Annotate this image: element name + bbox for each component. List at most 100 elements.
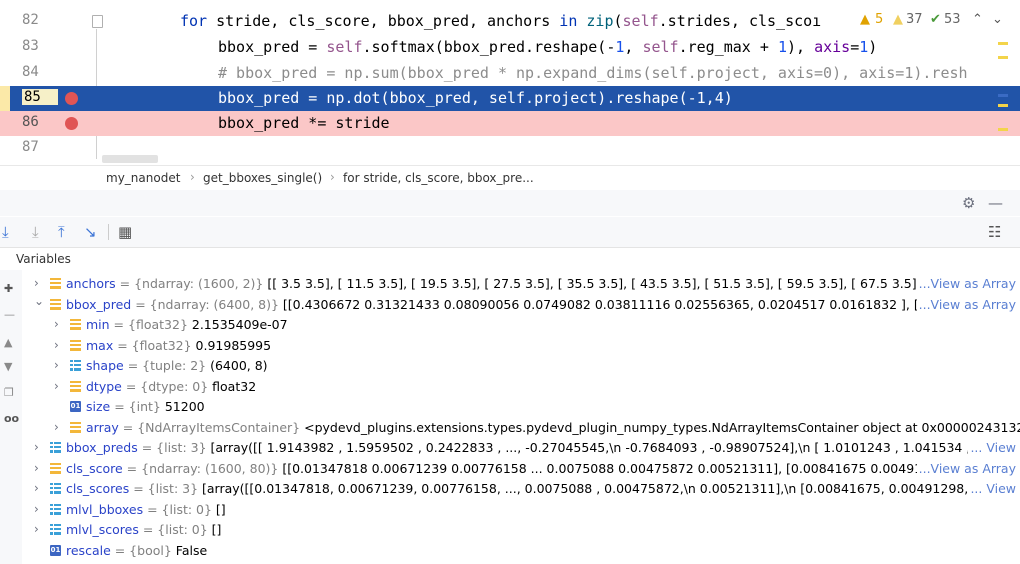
variable-row[interactable]: ⌄ bbox_pred = {ndarray: (6400, 8)} [[0.43… <box>22 294 1020 315</box>
variable-row[interactable]: › min = {float32} 2.1535409e-07 <box>22 315 1020 335</box>
variable-row[interactable]: › mlvl_scores = {list: 0} [] <box>22 520 1020 540</box>
view-as-array-link[interactable]: ...View as Array <box>916 276 1016 291</box>
line-number: 82 <box>22 12 39 28</box>
list-icon <box>50 503 61 515</box>
variable-type: = {tuple: 2} <box>123 358 211 373</box>
chevron-down-icon[interactable]: ⌄ <box>992 12 1003 27</box>
view-as-array-link[interactable]: ... View <box>968 440 1016 455</box>
view-as-array-link[interactable]: ...View as Array <box>916 460 1016 476</box>
evaluate-expression-icon[interactable]: ▦ <box>118 223 132 241</box>
variable-name: min <box>86 317 110 332</box>
typo-icon[interactable]: ✔ <box>930 12 941 27</box>
primitive-icon: 01 <box>70 401 81 412</box>
variable-type: = {list: 3} <box>129 481 203 496</box>
glasses-icon[interactable]: oo <box>4 412 19 425</box>
field-icon <box>70 319 81 330</box>
chevron-right-icon[interactable]: › <box>34 276 39 290</box>
variable-value: 51200 <box>164 399 205 414</box>
error-stripe-marker[interactable] <box>998 42 1008 45</box>
variable-row[interactable]: › shape = {tuple: 2} (6400, 8) <box>22 356 1020 376</box>
line-number: 86 <box>22 114 39 130</box>
chevron-up-icon[interactable]: ⌃ <box>972 12 983 27</box>
chevron-down-icon[interactable]: ⌄ <box>34 294 44 308</box>
chevron-right-icon[interactable]: › <box>34 522 39 536</box>
breadcrumb: my_nanodet › get_bboxes_single() › for s… <box>0 165 1020 191</box>
weak-warning-icon[interactable]: ▲ <box>893 12 903 27</box>
variable-row[interactable]: › max = {float32} 0.91985995 <box>22 336 1020 356</box>
warning-count[interactable]: 5 <box>875 12 883 27</box>
fold-icon[interactable] <box>92 15 103 28</box>
warning-icon[interactable]: ▲ <box>860 12 870 27</box>
run-to-cursor-icon[interactable]: ↘ <box>84 223 97 241</box>
line-number: 84 <box>22 64 39 80</box>
copy-icon[interactable]: ❐ <box>4 386 14 399</box>
variable-row[interactable]: › cls_score = {ndarray: (1600, 80)} [[0.0… <box>22 459 1020 479</box>
variable-row[interactable]: › cls_scores = {list: 3} [array([[0.01347… <box>22 479 1020 499</box>
minimize-icon[interactable]: — <box>988 194 1003 212</box>
breadcrumb-item[interactable]: my_nanodet <box>106 171 180 185</box>
chevron-right-icon[interactable]: › <box>34 502 39 516</box>
error-stripe-marker[interactable] <box>998 128 1008 131</box>
variable-row[interactable]: › anchors = {ndarray: (1600, 2)} [[ 3.5 3… <box>22 274 1020 294</box>
code-line-86[interactable]: 86 bbox_pred *= stride <box>0 111 1020 136</box>
variable-row[interactable]: › bbox_preds = {list: 3} [array([[ 1.9143… <box>22 438 1020 458</box>
chevron-right-icon[interactable]: › <box>34 481 39 495</box>
breadcrumb-item[interactable]: get_bboxes_single() <box>203 171 322 185</box>
code-line-85-current[interactable]: 85 bbox_pred = np.dot(bbox_pred, self.pr… <box>0 86 1020 111</box>
variable-row[interactable]: › mlvl_bboxes = {list: 0} [] <box>22 500 1020 520</box>
chevron-right-icon[interactable]: › <box>54 338 59 352</box>
code-line-84[interactable]: 84 # bbox_pred = np.sum(bbox_pred * np.e… <box>0 61 1020 86</box>
force-step-into-icon[interactable]: ⤓ <box>32 223 39 241</box>
breakpoint-icon[interactable] <box>65 92 78 105</box>
variable-value: [array([[ 1.9143982 , 1.5959502 , 0.2422… <box>210 440 987 455</box>
weak-warning-count[interactable]: 37 <box>906 12 923 27</box>
step-out-icon[interactable]: ⤒ <box>58 223 65 241</box>
view-as-array-link[interactable]: ... View <box>968 481 1016 496</box>
variable-value: (6400, 8) <box>210 358 268 373</box>
variable-name: bbox_pred <box>66 296 132 312</box>
typo-count[interactable]: 53 <box>944 12 961 27</box>
chevron-right-icon[interactable]: › <box>34 440 39 454</box>
chevron-right-icon[interactable]: › <box>54 379 59 393</box>
list-icon <box>50 524 61 535</box>
gear-icon[interactable]: ⚙ <box>962 194 975 212</box>
variable-name: anchors <box>66 276 116 291</box>
move-up-icon[interactable]: ▲ <box>4 336 12 349</box>
remove-icon[interactable]: — <box>4 308 15 321</box>
code-text: bbox_pred *= stride <box>218 114 390 132</box>
layout-icon[interactable]: ☷ <box>988 223 1001 241</box>
variable-value: [] <box>215 501 226 517</box>
step-into-icon[interactable]: ⤓ <box>2 223 9 241</box>
toolbar-divider <box>108 224 109 240</box>
variable-row[interactable]: 01 rescale = {bool} False <box>22 541 1020 561</box>
code-line-82[interactable]: 82 for stride, cls_score, bbox_pred, anc… <box>0 9 1020 34</box>
breakpoint-icon[interactable] <box>65 117 78 130</box>
variable-row[interactable]: › array = {NdArrayItemsContainer} <pydevd… <box>22 418 1020 438</box>
chevron-right-icon[interactable]: › <box>54 317 59 331</box>
field-icon <box>50 462 61 474</box>
error-stripe-marker[interactable] <box>998 56 1008 59</box>
variable-type: = {list: 3} <box>137 440 211 455</box>
code-line-83[interactable]: 83 bbox_pred = self.softmax(bbox_pred.re… <box>0 35 1020 60</box>
variable-type: = {ndarray: (1600, 2)} <box>115 276 268 291</box>
error-stripe-marker[interactable] <box>998 94 1008 97</box>
line-number: 83 <box>22 38 39 54</box>
variable-name: dtype <box>86 378 122 394</box>
chevron-right-icon[interactable]: › <box>54 420 59 434</box>
move-down-icon[interactable]: ▼ <box>4 360 12 373</box>
chevron-right-icon[interactable]: › <box>34 461 39 475</box>
code-editor[interactable]: 82 for stride, cls_score, bbox_pred, anc… <box>0 0 1020 165</box>
variable-value: [[0.4306672 0.31321433 0.08090056 0.0749… <box>282 296 979 312</box>
variable-row[interactable]: › dtype = {dtype: 0} float32 <box>22 377 1020 397</box>
variable-row[interactable]: 01 size = {int} 51200 <box>22 397 1020 417</box>
horizontal-scrollbar[interactable] <box>102 155 158 163</box>
variable-type: = {NdArrayItemsContainer} <box>118 419 305 435</box>
chevron-right-icon[interactable]: › <box>54 358 59 372</box>
view-as-array-link[interactable]: ...View as Array <box>916 296 1016 312</box>
breadcrumb-item[interactable]: for stride, cls_score, bbox_pre... <box>343 171 534 185</box>
error-stripe-marker[interactable] <box>998 104 1008 107</box>
variables-tree[interactable]: › anchors = {ndarray: (1600, 2)} [[ 3.5 3… <box>22 270 1020 564</box>
add-watch-icon[interactable]: ✚ <box>4 282 13 295</box>
side-toolbar: ✚ — ▲ ▼ ❐ oo <box>0 270 23 564</box>
variable-value: False <box>175 542 208 558</box>
